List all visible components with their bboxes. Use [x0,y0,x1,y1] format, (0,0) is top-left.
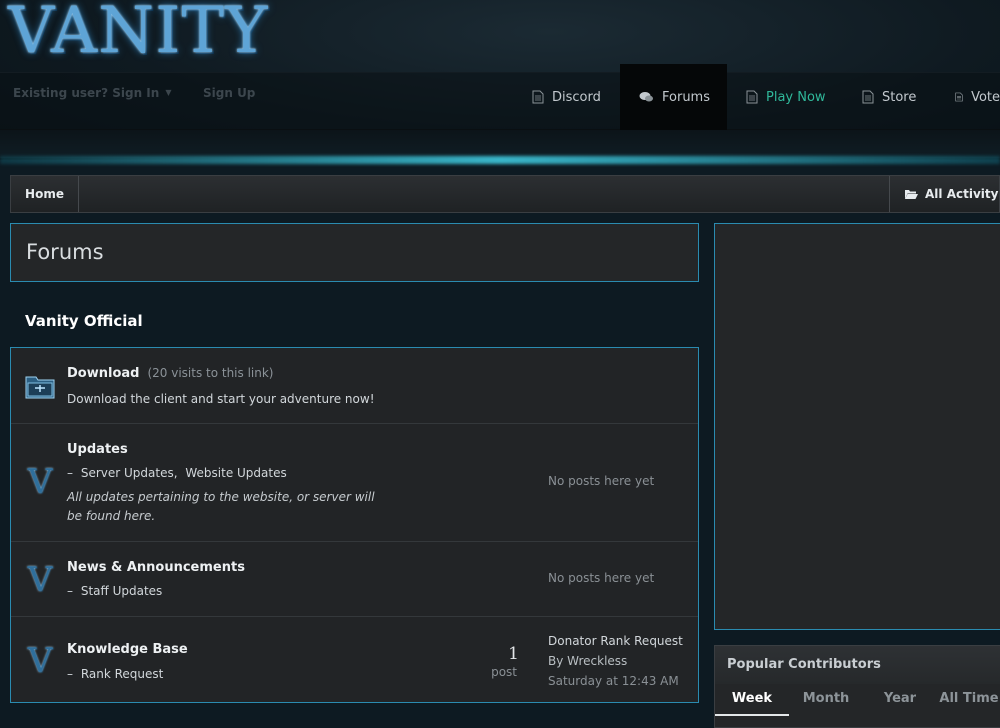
document-icon [746,90,758,104]
chat-bubbles-icon [639,92,653,102]
sub-nav-bar [0,130,1000,158]
all-activity-link[interactable]: All Activity [889,176,999,212]
nav-discord[interactable]: Discord [532,64,601,130]
tab-month[interactable]: Month [789,684,863,716]
subforum-list: – Server Updates, Website Updates [67,466,287,480]
sidebar-widget [714,223,1000,630]
last-post-title[interactable]: Donator Rank Request [548,634,683,648]
tab-year[interactable]: Year [863,684,937,716]
user-bar [0,72,1000,130]
subforum-list: – Rank Request [67,667,164,681]
site-logo[interactable]: VANITY [8,0,268,66]
last-post-time: Saturday at 12:43 AM [548,674,679,688]
forum-row-download[interactable]: Download (20 visits to this link) Downloa… [11,348,698,424]
document-icon [955,92,963,102]
nav-play-now[interactable]: Play Now [746,64,826,130]
subforum-link[interactable]: Website Updates [185,466,286,480]
subforum-link[interactable]: Rank Request [81,667,164,681]
folder-open-icon [905,190,918,199]
header-glow-divider [0,156,1000,164]
page-title-box: Forums [10,223,699,282]
forum-description: Download the client and start your adven… [67,392,375,406]
sign-in-link[interactable]: Existing user? Sign In ▼ [13,86,171,100]
document-icon [532,90,544,104]
post-count-label: post [491,665,517,679]
popular-contributors-widget: Popular Contributors Week Month Year All… [714,645,1000,728]
forum-title[interactable]: News & Announcements [67,560,245,575]
nav-store[interactable]: Store [862,64,916,130]
widget-title: Popular Contributors [715,646,1000,684]
category-title[interactable]: Vanity Official [25,312,143,330]
forum-row-news[interactable]: V News & Announcements – Staff Updates N… [11,542,698,617]
subforum-link[interactable]: Server Updates, [81,466,178,480]
subforum-list: – Staff Updates [67,584,163,598]
vanity-v-icon: V [27,462,53,502]
caret-down-icon: ▼ [165,88,172,97]
vanity-v-icon: V [27,641,53,681]
vanity-v-icon: V [27,560,53,600]
forum-status: No posts here yet [548,474,655,488]
document-icon [862,90,874,104]
contributors-tabs: Week Month Year All Time [715,684,1000,716]
breadcrumb: Home All Activity [10,175,1000,213]
forum-title[interactable]: Knowledge Base [67,642,188,657]
forum-list: Download (20 visits to this link) Downloa… [10,347,699,703]
tab-all-time[interactable]: All Time [937,684,1000,716]
forum-description: All updates pertaining to the website, o… [67,490,375,523]
page-title: Forums [26,240,104,264]
tab-week[interactable]: Week [715,684,789,716]
breadcrumb-home[interactable]: Home [11,176,79,212]
forum-row-updates[interactable]: V Updates – Server Updates, Website Upda… [11,424,698,542]
sign-up-link[interactable]: Sign Up [203,86,255,100]
forum-title[interactable]: Download (20 visits to this link) [67,366,274,381]
nav-forums[interactable]: Forums [620,64,727,130]
last-post-author[interactable]: By Wreckless [548,654,627,668]
forum-title[interactable]: Updates [67,442,128,457]
post-count: 1 [508,644,519,664]
forum-status: No posts here yet [548,571,655,585]
download-folder-icon [25,376,55,399]
nav-vote[interactable]: Vote [955,64,1000,130]
forum-row-knowledge-base[interactable]: V Knowledge Base – Rank Request 1 post D… [11,617,698,702]
subforum-link[interactable]: Staff Updates [81,584,162,598]
